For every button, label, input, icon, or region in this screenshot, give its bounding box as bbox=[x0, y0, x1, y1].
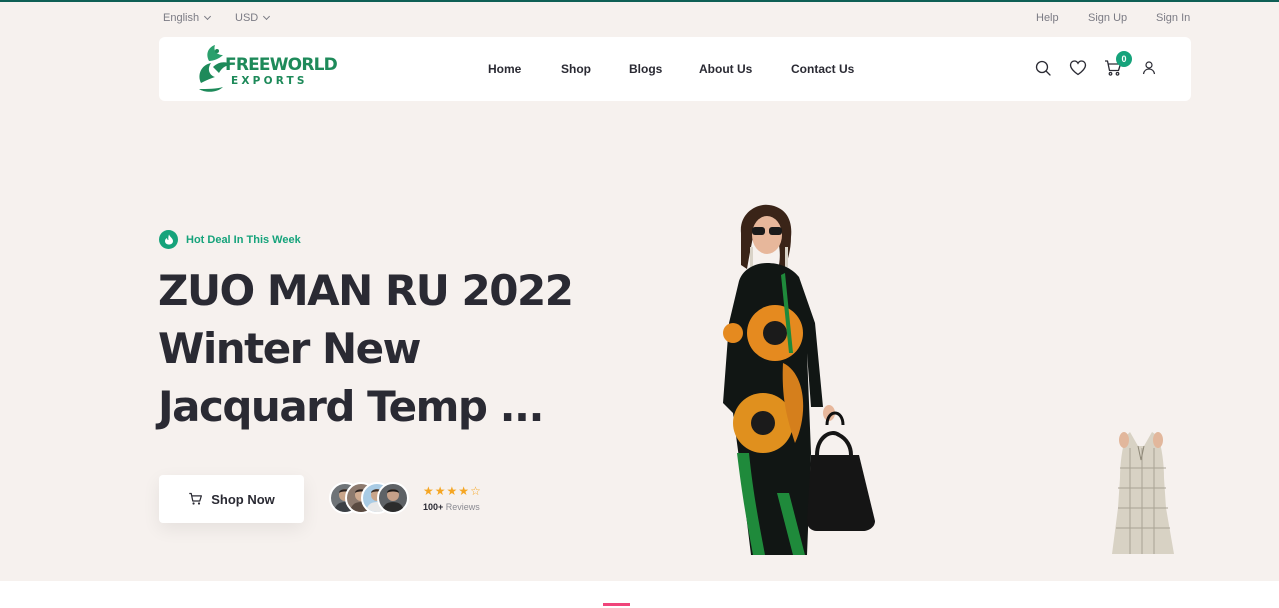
section-marker bbox=[603, 603, 630, 606]
nav-home[interactable]: Home bbox=[488, 62, 521, 76]
flame-icon bbox=[159, 230, 178, 249]
currency-label: USD bbox=[235, 12, 259, 24]
hot-deal-tag: Hot Deal In This Week bbox=[159, 230, 301, 249]
cart-icon bbox=[189, 492, 203, 505]
reviews-count: 100+ bbox=[423, 502, 444, 512]
hero-title-line: Winter New bbox=[158, 324, 421, 373]
sign-in-link[interactable]: Sign In bbox=[1156, 12, 1190, 24]
nav-shop[interactable]: Shop bbox=[561, 62, 591, 76]
hero-title: ZUO MAN RU 2022 Winter New Jacquard Temp… bbox=[158, 262, 618, 436]
reviewer-avatars bbox=[329, 482, 413, 515]
nav-blogs[interactable]: Blogs bbox=[629, 62, 662, 76]
logo-text-sub: EXPORTS bbox=[231, 75, 308, 87]
search-icon[interactable] bbox=[1034, 59, 1052, 77]
language-selector[interactable]: English bbox=[163, 12, 212, 24]
site-logo[interactable]: FREEWORLD EXPORTS bbox=[195, 43, 338, 95]
language-label: English bbox=[163, 12, 200, 24]
reviews-summary: 100+ Reviews bbox=[423, 502, 480, 512]
hero-model-image bbox=[723, 204, 875, 555]
star-filled-icon: ★ bbox=[423, 484, 434, 498]
cart-count-badge: 0 bbox=[1116, 51, 1132, 67]
rating-stars: ★ ★ ★ ★ ☆ bbox=[423, 485, 481, 497]
hero-title-line: Jacquard Temp ... bbox=[158, 382, 544, 431]
product-dress-image bbox=[1112, 432, 1174, 554]
reviews-label: Reviews bbox=[445, 502, 480, 512]
avatar bbox=[377, 482, 409, 514]
shop-now-label: Shop Now bbox=[211, 491, 275, 507]
sign-up-link[interactable]: Sign Up bbox=[1088, 12, 1127, 24]
hot-deal-label: Hot Deal In This Week bbox=[186, 233, 301, 246]
top-bar: English USD Help Sign Up Sign In bbox=[0, 2, 1279, 36]
main-header: FREEWORLD EXPORTS Home Shop Blogs About … bbox=[159, 37, 1191, 101]
heart-icon[interactable] bbox=[1069, 59, 1087, 77]
next-section bbox=[0, 581, 1279, 608]
nav-contact-us[interactable]: Contact Us bbox=[791, 62, 854, 76]
user-icon[interactable] bbox=[1140, 59, 1158, 77]
star-filled-icon: ★ bbox=[446, 484, 458, 498]
hero-title-line: ZUO MAN RU 2022 bbox=[158, 266, 574, 315]
shop-now-button[interactable]: Shop Now bbox=[159, 475, 304, 523]
nav-about-us[interactable]: About Us bbox=[699, 62, 752, 76]
star-empty-icon: ☆ bbox=[470, 484, 481, 498]
star-filled-icon: ★ bbox=[458, 484, 470, 498]
chevron-down-icon bbox=[204, 12, 212, 21]
logo-text-main: FREEWORLD bbox=[225, 55, 338, 75]
star-filled-icon: ★ bbox=[434, 484, 446, 498]
help-link[interactable]: Help bbox=[1036, 12, 1059, 24]
currency-selector[interactable]: USD bbox=[235, 12, 271, 24]
chevron-down-icon bbox=[263, 12, 271, 21]
